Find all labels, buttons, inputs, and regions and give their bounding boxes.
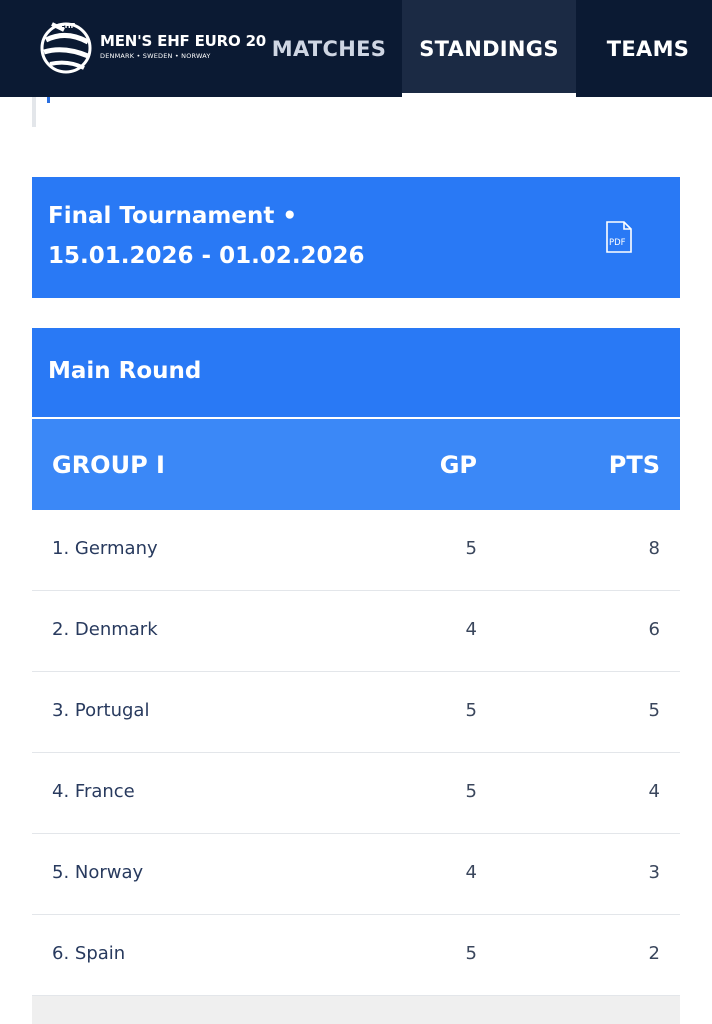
- table-row[interactable]: 4. France 5 4: [32, 753, 680, 834]
- games-played: 4: [465, 619, 477, 640]
- column-header-gp: GP: [439, 451, 477, 479]
- table-row[interactable]: 6. Spain 5 2: [32, 915, 680, 996]
- tournament-card: Final Tournament • 15.01.2026 - 01.02.20…: [32, 177, 680, 298]
- handball-logo-icon: EHF: [40, 22, 92, 74]
- points: 4: [648, 781, 660, 802]
- games-played: 5: [465, 538, 477, 559]
- points: 3: [648, 862, 660, 883]
- table-row[interactable]: 2. Denmark 4 6: [32, 591, 680, 672]
- logo-subtitle: DENMARK • SWEDEN • NORWAY: [100, 52, 211, 60]
- content-divider: [32, 97, 36, 127]
- points: 6: [648, 619, 660, 640]
- main-round-label: Main Round: [48, 358, 202, 384]
- games-played: 5: [465, 943, 477, 964]
- games-played: 5: [465, 781, 477, 802]
- pdf-download-icon[interactable]: PDF: [605, 220, 633, 254]
- team-name[interactable]: 4. France: [52, 781, 135, 802]
- points: 5: [648, 700, 660, 721]
- games-played: 5: [465, 700, 477, 721]
- team-name[interactable]: 6. Spain: [52, 943, 125, 964]
- team-name[interactable]: 2. Denmark: [52, 619, 158, 640]
- top-header: EHF MEN'S EHF EURO 2026 DENMARK • SWEDEN…: [0, 0, 712, 97]
- points: 2: [648, 943, 660, 964]
- points: 8: [648, 538, 660, 559]
- svg-text:PDF: PDF: [609, 238, 626, 248]
- team-name[interactable]: 3. Portugal: [52, 700, 149, 721]
- team-name[interactable]: 1. Germany: [52, 538, 158, 559]
- ehf-euro-logo[interactable]: EHF MEN'S EHF EURO 2026 DENMARK • SWEDEN…: [38, 16, 287, 80]
- table-row[interactable]: 1. Germany 5 8: [32, 510, 680, 591]
- nav-teams[interactable]: TEAMS: [584, 0, 712, 97]
- group-title: GROUP I: [52, 451, 165, 479]
- team-name[interactable]: 5. Norway: [52, 862, 143, 883]
- tournament-title: Final Tournament •: [48, 203, 298, 229]
- main-round-header: Main Round: [32, 328, 680, 417]
- column-header-pts: PTS: [608, 451, 660, 479]
- table-row[interactable]: 3. Portugal 5 5: [32, 672, 680, 753]
- nav-matches[interactable]: MATCHES: [266, 0, 392, 97]
- content-accent: [47, 97, 50, 103]
- standings-table-body: 1. Germany 5 8 2. Denmark 4 6 3. Portuga…: [32, 510, 680, 996]
- svg-text:EHF: EHF: [60, 22, 76, 30]
- games-played: 4: [465, 862, 477, 883]
- nav-standings[interactable]: STANDINGS: [402, 0, 576, 97]
- next-section-placeholder: [32, 996, 680, 1024]
- logo-title: MEN'S EHF EURO 2026: [100, 32, 287, 50]
- tournament-dates: 15.01.2026 - 01.02.2026: [48, 243, 365, 269]
- standings-table-header: GROUP I GP PTS: [32, 419, 680, 510]
- table-row[interactable]: 5. Norway 4 3: [32, 834, 680, 915]
